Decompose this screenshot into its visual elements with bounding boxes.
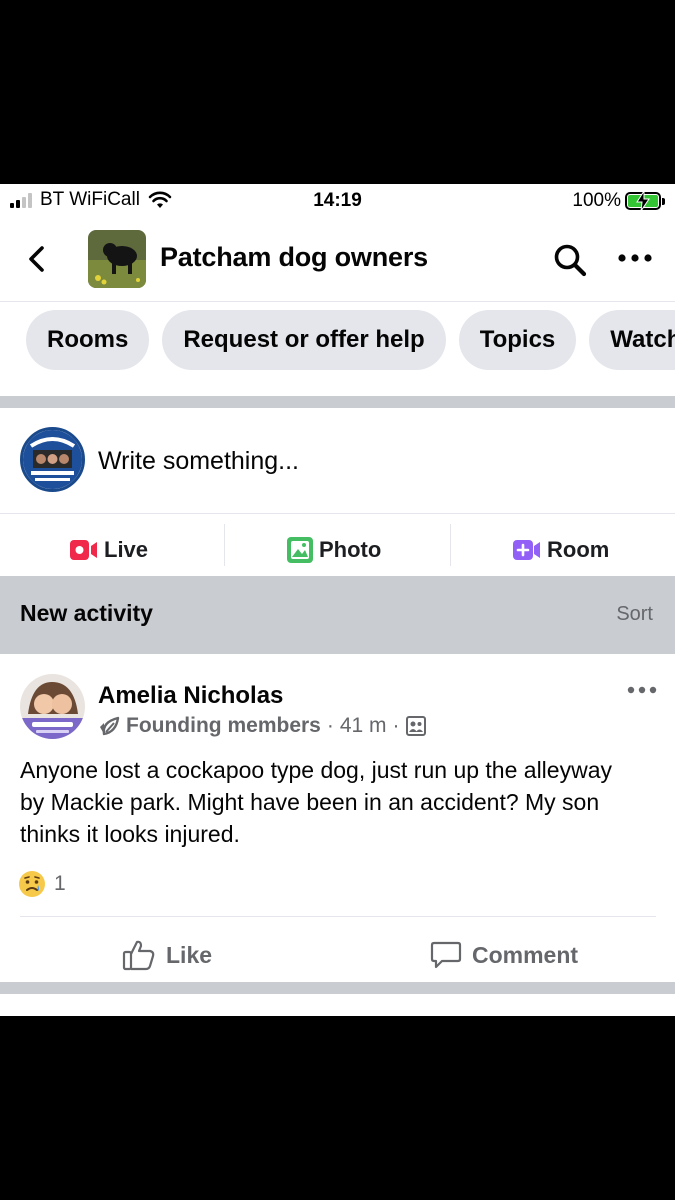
more-options-icon[interactable]: [614, 250, 656, 266]
live-label: Live: [104, 537, 149, 562]
post-badge[interactable]: Founding members: [126, 714, 321, 738]
chip-topics[interactable]: Topics: [458, 310, 577, 370]
like-button[interactable]: Like: [122, 930, 212, 980]
founding-member-badge-icon: [100, 716, 120, 736]
next-post-edge: [0, 994, 675, 1016]
action-divider: [450, 524, 451, 566]
post-meta: Founding members · 41 m ·: [98, 714, 426, 738]
post-divider: [20, 916, 656, 917]
chip-watch[interactable]: Watch: [589, 310, 675, 370]
app-screen: BT WiFiCall 14:19 100% Patcham dog owner…: [0, 184, 675, 1016]
composer-input[interactable]: Write something...: [98, 447, 299, 476]
composer-divider: [0, 513, 675, 514]
action-divider: [224, 524, 225, 566]
post-body: Anyone lost a cockapoo type dog, just ru…: [20, 757, 612, 847]
chip-rooms[interactable]: Rooms: [26, 310, 150, 370]
group-header: Patcham dog owners: [0, 220, 675, 300]
meta-dot: ·: [326, 714, 334, 737]
photo-label: Photo: [319, 537, 382, 562]
search-icon[interactable]: [552, 242, 588, 278]
reaction-count: 1: [54, 872, 66, 895]
comment-button[interactable]: Comment: [430, 930, 578, 980]
comment-icon: [430, 941, 462, 969]
post-author-avatar[interactable]: [20, 674, 85, 739]
photo-icon: [287, 537, 313, 563]
feed-separator: [0, 982, 675, 994]
new-activity-bar: New activity Sort: [0, 576, 675, 654]
post-author-name[interactable]: Amelia Nicholas: [98, 682, 283, 710]
sort-button[interactable]: Sort: [616, 603, 653, 626]
battery-cap: [662, 197, 665, 205]
room-video-icon: [513, 540, 540, 560]
status-right: 100%: [572, 190, 665, 212]
like-label: Like: [166, 941, 213, 968]
post-options-icon[interactable]: [626, 684, 658, 696]
battery-icon: [625, 191, 661, 211]
group-title[interactable]: Patcham dog owners: [160, 242, 428, 273]
group-privacy-icon: [405, 716, 426, 736]
composer-actions: Live Photo Room: [0, 524, 675, 576]
comment-label: Comment: [472, 941, 579, 968]
user-avatar[interactable]: [20, 427, 85, 492]
live-video-icon: [70, 540, 97, 560]
back-arrow-icon[interactable]: [22, 244, 52, 274]
group-nav-chips: Rooms Request or offer help Topics Watch: [26, 310, 675, 370]
battery-percent: 100%: [572, 190, 621, 211]
post-time[interactable]: 41 m: [340, 714, 387, 738]
room-label: Room: [547, 537, 610, 562]
chip-request-help[interactable]: Request or offer help: [162, 310, 446, 370]
room-button[interactable]: Room: [513, 524, 609, 576]
status-bar: BT WiFiCall 14:19 100%: [0, 184, 675, 218]
reactions-summary[interactable]: 1: [18, 870, 66, 898]
thumbs-up-icon: [122, 940, 155, 971]
group-avatar[interactable]: [88, 230, 146, 288]
post-actions: Like Comment: [0, 930, 675, 980]
sad-reaction-icon: [19, 871, 45, 897]
live-button[interactable]: Live: [70, 524, 148, 576]
meta-dot: ·: [392, 714, 400, 737]
section-separator: [0, 396, 675, 408]
new-activity-title: New activity: [20, 600, 153, 626]
header-divider: [0, 301, 675, 302]
photo-button[interactable]: Photo: [287, 524, 381, 576]
